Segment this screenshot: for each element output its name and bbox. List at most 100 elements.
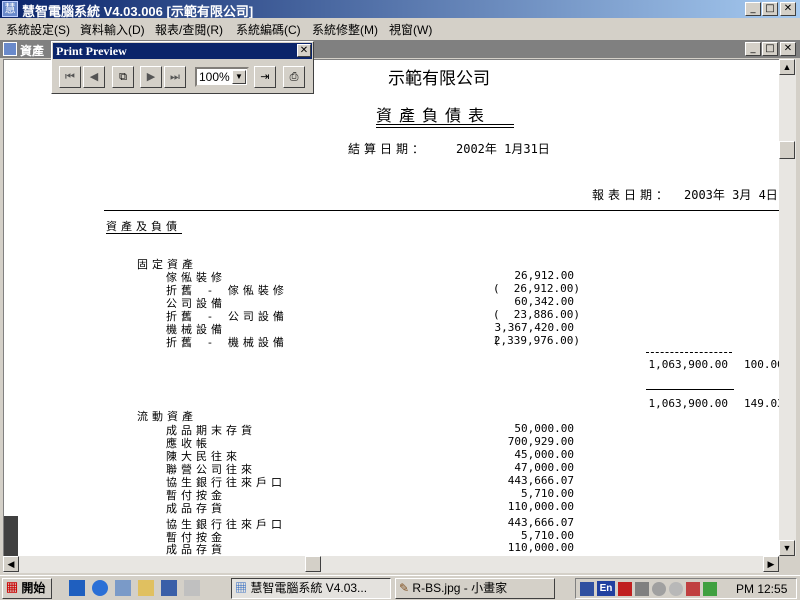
scroll-right-arrow-icon[interactable]: ▶ (763, 556, 779, 572)
period-label: 結算日期： (348, 142, 429, 156)
volume-icon[interactable] (635, 582, 649, 596)
line-item-amount: 23,886.00) (513, 308, 580, 321)
close-button[interactable]: ✕ (780, 2, 796, 16)
menu-window[interactable]: 視窗(W) (389, 21, 432, 38)
period-date: 2002年 1月31日 (456, 142, 550, 156)
task-button-active[interactable]: ▦ 慧智電腦系統 V4.03... (231, 578, 391, 599)
menu-reports[interactable]: 報表/查閱(R) (155, 21, 223, 38)
start-button[interactable]: ▦ 開始 (2, 578, 52, 599)
line-item-amount: 45,000.00 (514, 448, 574, 461)
last-page-icon[interactable]: ⏭ (164, 66, 186, 88)
mdi-close-button[interactable]: ✕ (780, 42, 796, 56)
app-icon[interactable]: 慧 (2, 1, 18, 17)
scroll-down-arrow-icon[interactable]: ▼ (779, 540, 795, 556)
line-item-amount: 26,912.00 (514, 269, 574, 282)
mdi-minimize-button[interactable]: _ (745, 42, 761, 56)
chevron-down-icon[interactable]: ▼ (232, 70, 246, 84)
line-item-amount: 50,000.00 (514, 422, 574, 435)
line-item-amount: 5,710.00 (521, 487, 574, 500)
menu-system-maintenance[interactable]: 系統修整(M) (312, 21, 378, 38)
browser-icon[interactable] (92, 580, 108, 596)
exit-preview-icon[interactable]: ⇥ (254, 66, 276, 88)
line-item-amount: 443,666.07 (507, 516, 574, 529)
clock: PM 12:55 (736, 582, 788, 596)
tray-icon[interactable] (652, 582, 666, 596)
desktop-icon[interactable] (115, 580, 131, 596)
scrollbar-corner (779, 556, 796, 573)
task-button-paint[interactable]: ✎ R-BS.jpg - 小畫家 (395, 578, 555, 599)
windows-logo-icon: ▦ (6, 581, 19, 595)
task-label: R-BS.jpg - 小畫家 (412, 581, 508, 595)
fixed-subtotal: 1,063,900.00 (648, 358, 728, 371)
print-preview-title: Print Preview (53, 43, 312, 59)
notepad-icon[interactable] (138, 580, 154, 596)
title-bar: 慧 慧智電腦系統 V4.03.006 [示範有限公司] _ □ ✕ (0, 0, 800, 19)
vertical-scrollbar[interactable]: ▲ ▼ (779, 59, 796, 556)
zoom-value: 100% (199, 70, 230, 84)
company-name: 示範有限公司 (388, 69, 490, 89)
tray-network-icon[interactable] (580, 582, 594, 596)
multi-page-icon[interactable]: ⧉ (112, 66, 134, 88)
start-label: 開始 (21, 581, 46, 595)
taskbar: ▦ 開始 ▦ 慧智電腦系統 V4.03... ✎ R-BS.jpg - 小畫家 … (0, 575, 800, 600)
title-underline (376, 127, 514, 128)
app-icon: ▦ (235, 581, 248, 595)
paint-icon: ✎ (399, 581, 410, 595)
menu-system-codes[interactable]: 系統編碼(C) (236, 21, 301, 38)
next-page-icon[interactable]: ▶ (140, 66, 162, 88)
scroll-up-arrow-icon[interactable]: ▲ (779, 59, 795, 75)
mdi-title: 資產 (20, 44, 45, 58)
menu-system-settings[interactable]: 系統設定(S) (6, 21, 70, 38)
line-item-amount: 110,000.00 (507, 500, 574, 513)
previous-page-icon[interactable]: ◀ (83, 66, 105, 88)
line-item-amount: 60,342.00 (514, 295, 574, 308)
task-label: 慧智電腦系統 V4.03... (250, 581, 368, 595)
app-launcher-icon[interactable] (161, 580, 177, 596)
line-item-amount: 26,912.00) (513, 282, 580, 295)
report-title: 資產負債表 (376, 106, 492, 125)
total-rule (646, 389, 734, 390)
line-item-amount: 700,929.00 (507, 435, 574, 448)
menu-data-input[interactable]: 資料輸入(D) (80, 21, 145, 38)
report-date: 2003年 3月 4日 (684, 188, 778, 202)
line-item-amount: 2,339,976.00) (493, 334, 580, 347)
tray-icon[interactable] (669, 582, 683, 596)
section-heading: 資產及負債 (106, 220, 181, 233)
vertical-scroll-thumb[interactable] (779, 141, 795, 159)
line-item-amount: 110,000.00 (507, 541, 574, 554)
line-item-name: 成品存貨 (166, 543, 226, 556)
language-indicator[interactable]: En (597, 581, 615, 596)
printer-icon[interactable]: ⎙ (283, 66, 305, 88)
document-icon[interactable] (3, 42, 17, 56)
maximize-button[interactable]: □ (762, 2, 778, 16)
report-page: 示範有限公司 資產負債表 結算日期： 2002年 1月31日 報表日期： 200… (3, 59, 779, 556)
line-item-amount: 47,000.00 (514, 461, 574, 474)
tray-icon[interactable] (686, 582, 700, 596)
line-item-name: 成品存貨 (166, 502, 226, 515)
quick-launch-icon[interactable] (184, 580, 200, 596)
horizontal-scrollbar[interactable]: ◀ ▶ (3, 556, 779, 573)
first-page-icon[interactable]: ⏮ (59, 66, 81, 88)
header-rule (104, 210, 779, 211)
menu-bar: 系統設定(S) 資料輸入(D) 報表/查閱(R) 系統編碼(C) 系統修整(M)… (0, 18, 800, 38)
horizontal-scroll-thumb[interactable] (305, 556, 321, 572)
scroll-left-arrow-icon[interactable]: ◀ (3, 556, 19, 572)
section-underline (106, 233, 182, 234)
line-item-name: 折舊 - 機械設備 (166, 336, 288, 349)
mdi-maximize-button[interactable]: □ (762, 42, 778, 56)
line-item-amount: 443,666.07 (507, 474, 574, 487)
fixed-subtotal-percent: 100.00% (744, 358, 779, 371)
system-tray: En PM 12:55 (575, 578, 797, 599)
tray-icon[interactable] (703, 582, 717, 596)
fixed-total: 1,063,900.00 (648, 397, 728, 410)
zoom-select[interactable]: 100% ▼ (195, 67, 249, 87)
antivirus-icon[interactable] (618, 582, 632, 596)
minimize-button[interactable]: _ (745, 2, 761, 16)
line-item-amount: 3,367,420.00 (494, 321, 574, 334)
report-date-label: 報表日期： (592, 188, 673, 202)
print-preview-toolbar: Print Preview ✕ ⏮ ◀ ⧉ ▶ ⏭ 100% ▼ ⇥ ⎙ (51, 41, 314, 94)
print-preview-close-button[interactable]: ✕ (297, 44, 311, 57)
fixed-total-percent: 149.03% (744, 397, 779, 410)
title-underline (376, 124, 514, 125)
media-player-icon[interactable] (69, 580, 85, 596)
